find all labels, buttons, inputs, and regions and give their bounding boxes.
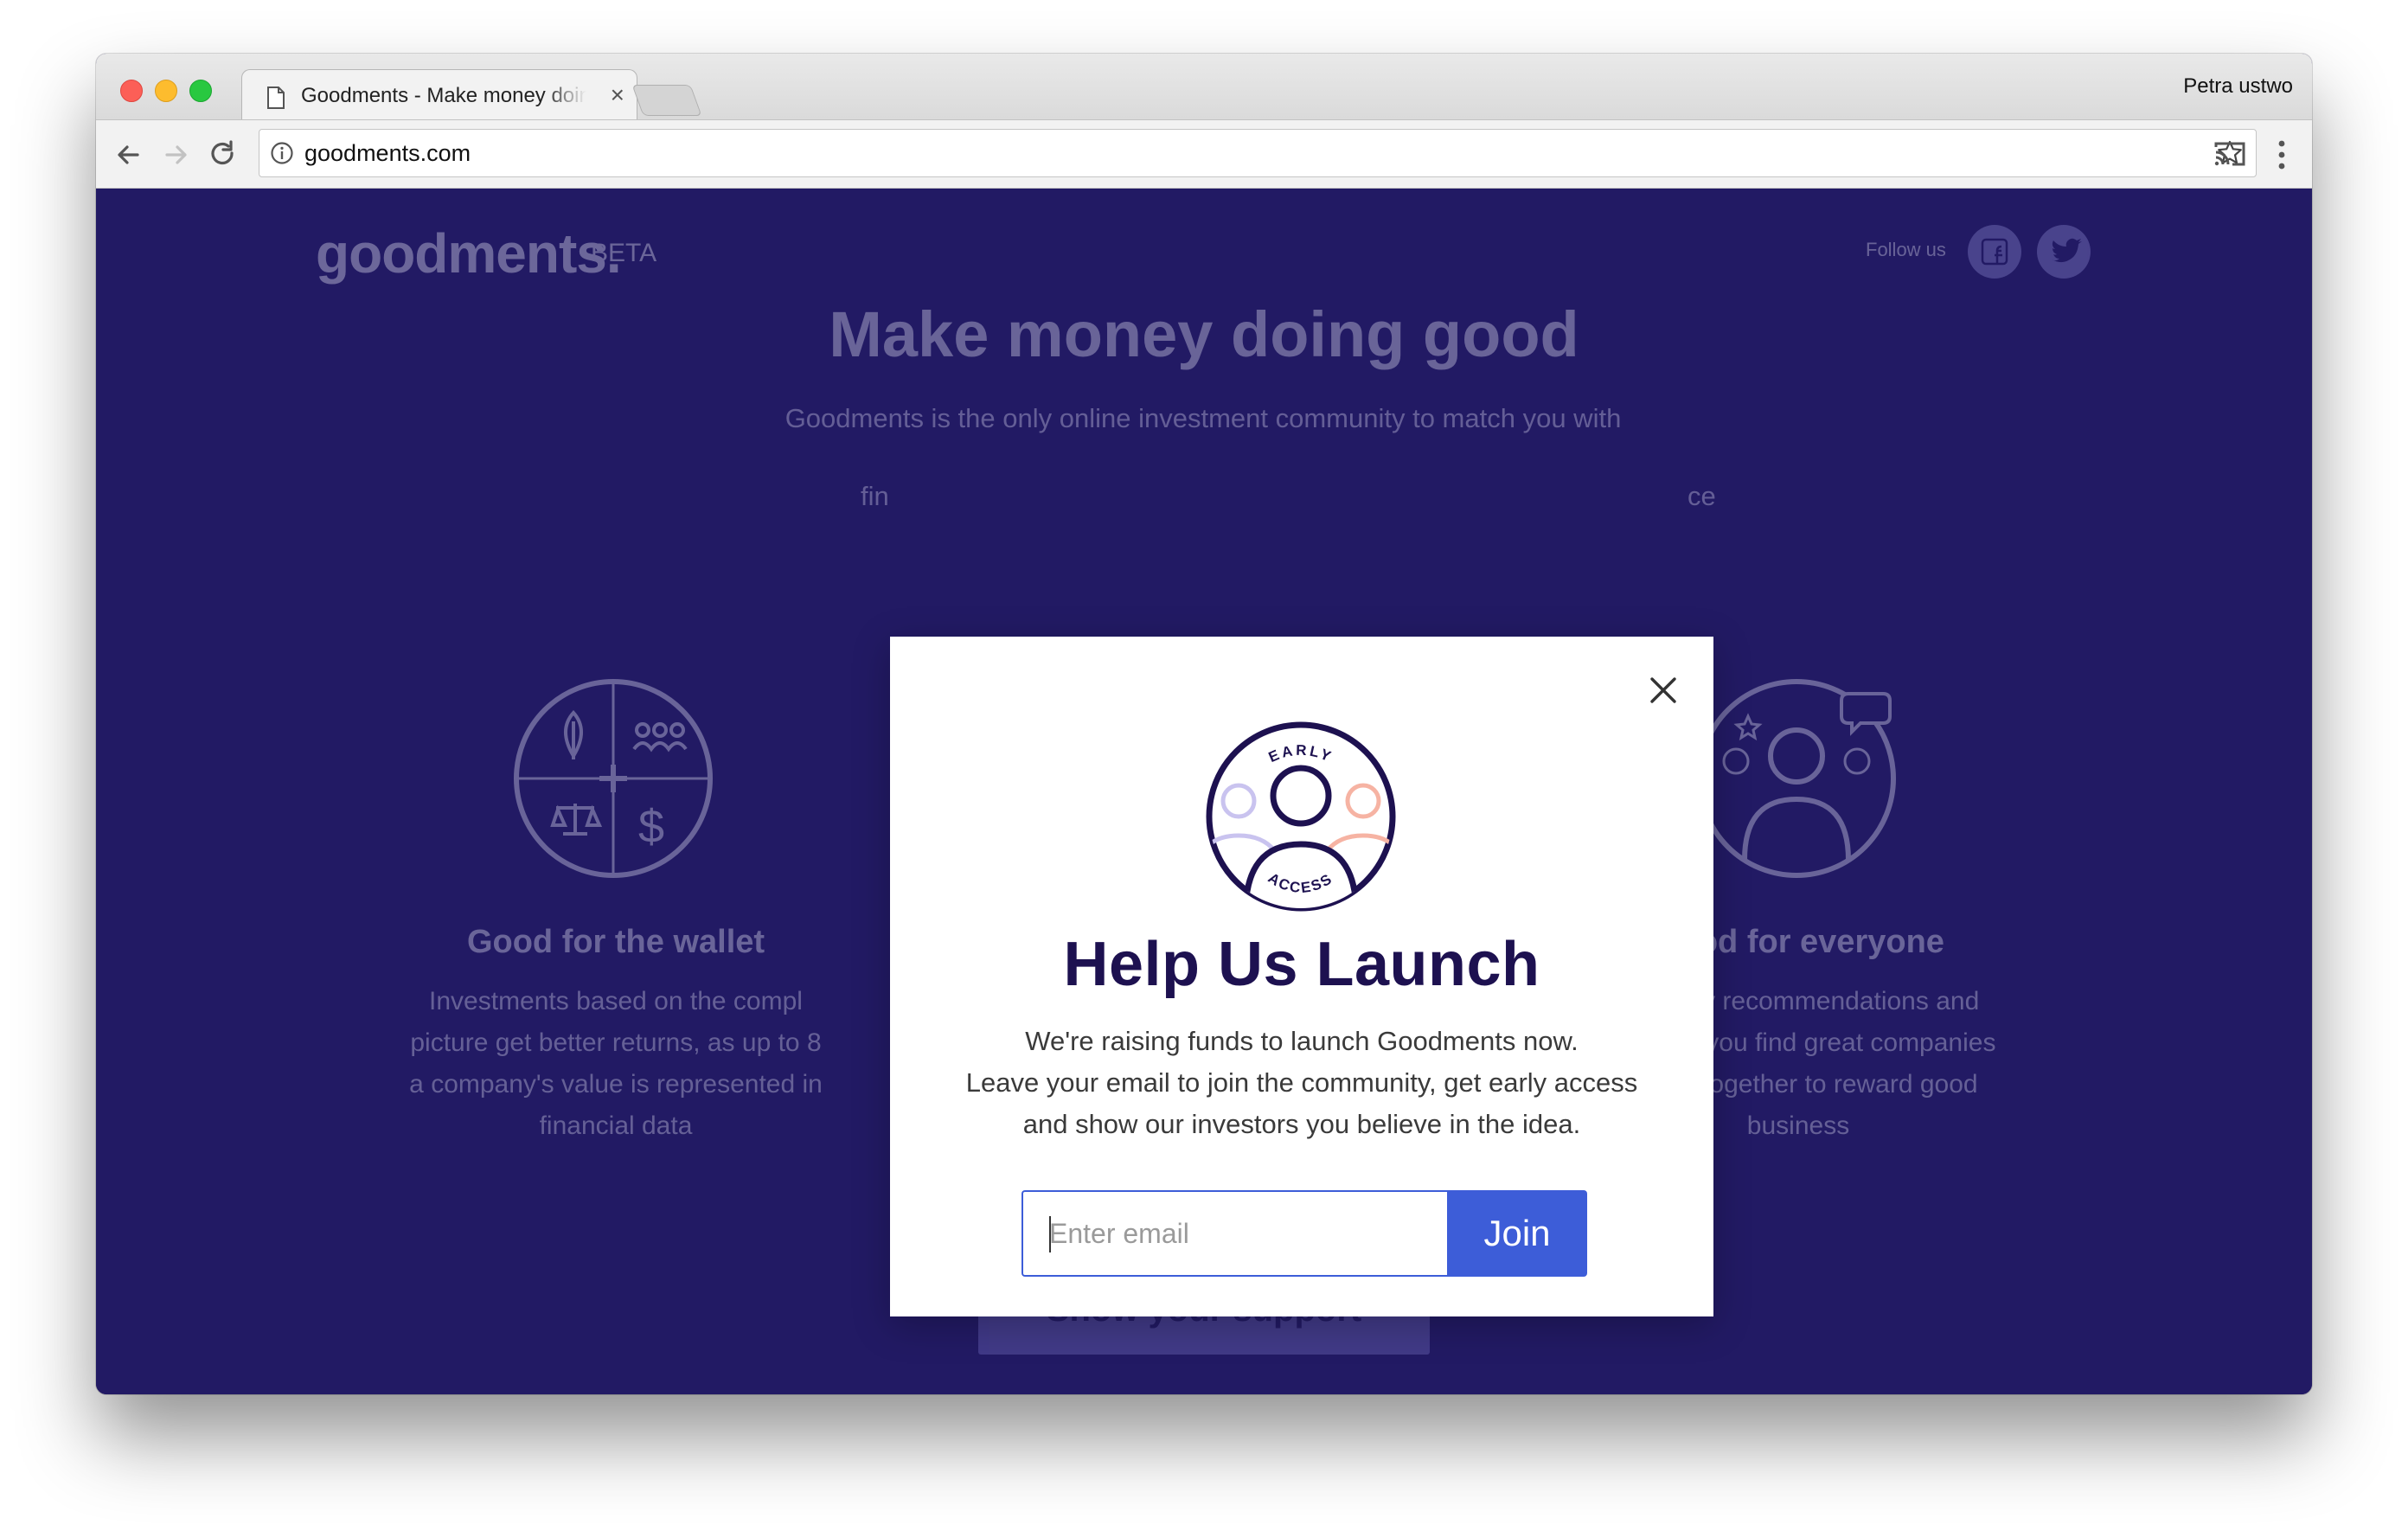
new-tab-button[interactable] (631, 85, 702, 116)
title-bar: Goodments - Make money doing good × Petr… (96, 54, 2312, 122)
modal-text-line: Leave your email to join the community, … (965, 1067, 1638, 1098)
page-viewport: goodments. BETA Follow us Make money doi… (96, 189, 2312, 1394)
zoom-window-button[interactable] (189, 80, 212, 102)
feature-text-line: picture get better returns, as up to 8 (410, 1028, 822, 1057)
modal-title: Help Us Launch (1063, 930, 1540, 999)
reload-icon[interactable] (205, 138, 240, 172)
goodments-logo[interactable]: goodments. (316, 221, 622, 285)
modal-text-line: and show our investors you believe in th… (1022, 1109, 1581, 1139)
browser-window: Goodments - Make money doing good × Petr… (96, 54, 2312, 1394)
browser-tab[interactable]: Goodments - Make money doing good × (241, 69, 637, 122)
feature-text-line: financial data (539, 1111, 693, 1140)
modal-description: We're raising funds to launch Goodments … (925, 1021, 1679, 1145)
back-arrow-icon[interactable] (112, 138, 146, 172)
everyone-icon (1697, 679, 1896, 878)
join-button[interactable]: Join (1447, 1190, 1587, 1277)
email-input[interactable] (1021, 1190, 1449, 1277)
cast-icon[interactable] (2213, 139, 2246, 169)
wallet-icon: $ (514, 679, 713, 878)
beta-label: BETA (591, 239, 657, 267)
hero-subtitle-line: Goodments is the only online investment … (785, 403, 1622, 433)
document-icon (267, 86, 285, 109)
feature-title: Good for the wallet (466, 924, 765, 960)
svg-text:$: $ (638, 801, 664, 853)
browser-toolbar: goodments.com (96, 119, 2312, 189)
feature-text-line: Investments based on the compl (429, 987, 803, 1015)
minimize-window-button[interactable] (155, 80, 177, 102)
launch-modal: EARLY ACCESS Help Us Launch We're raisin… (890, 637, 1713, 1316)
feature-text: Investments based on the compl picture g… (339, 981, 893, 1147)
feature-text-line: a company's value is represented in (409, 1070, 823, 1099)
tab-close-icon[interactable]: × (611, 81, 624, 108)
menu-icon[interactable] (2277, 139, 2286, 170)
hero-subtitle-line: ce (1688, 481, 1716, 511)
address-bar[interactable]: goodments.com (259, 129, 2257, 177)
tab-title: Goodments - Make money doing good (301, 84, 586, 107)
facebook-icon[interactable] (1968, 225, 2021, 279)
forward-arrow-icon[interactable] (158, 138, 193, 172)
close-window-button[interactable] (120, 80, 143, 102)
hero-title: Make money doing good (829, 298, 1579, 370)
info-icon[interactable] (270, 141, 294, 165)
modal-text-line: We're raising funds to launch Goodments … (1025, 1026, 1579, 1056)
twitter-icon[interactable] (2037, 225, 2091, 279)
url-text[interactable]: goodments.com (304, 140, 471, 167)
follow-us-label: Follow us (1866, 239, 1946, 260)
hero-subtitle-line: fin (861, 481, 889, 511)
early-access-badge-icon: EARLY ACCESS (1206, 721, 1396, 912)
close-icon[interactable] (1648, 675, 1679, 706)
profile-name[interactable]: Petra ustwo (2183, 74, 2293, 99)
text-caret (1049, 1216, 1051, 1252)
